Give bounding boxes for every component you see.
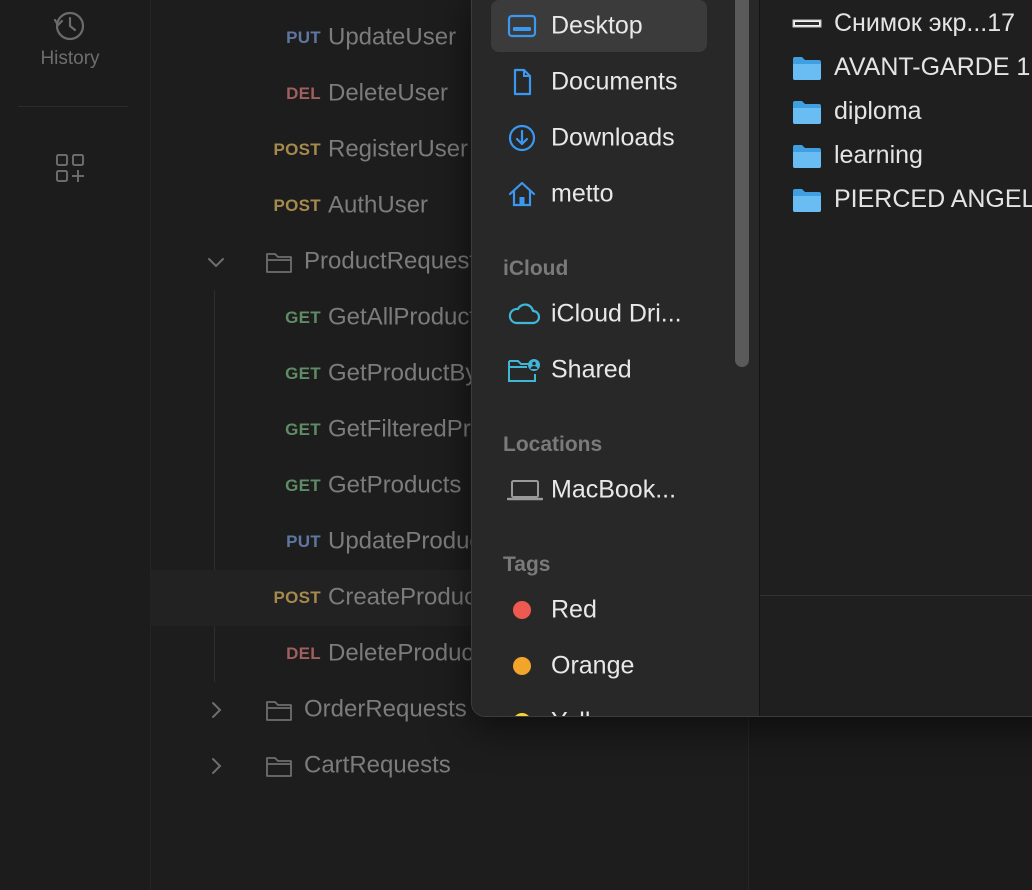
sidebar-item-label: Red: [551, 595, 597, 624]
sidebar-header-locations: Locations: [503, 433, 603, 456]
picker-sidebar: Desktop Documents Downloads metto iCloud…: [472, 0, 759, 716]
sidebar-item-label: Documents: [551, 67, 678, 96]
file-name: AVANT-GARDE 1: [834, 52, 1031, 81]
tag-dot-icon: [513, 601, 531, 619]
request-name: DeleteUser: [328, 79, 449, 107]
sidebar-item-icloud-drive[interactable]: iCloud Dri...: [491, 288, 707, 340]
chevron-right-icon[interactable]: [205, 755, 227, 777]
file-picker-dialog: Desktop Documents Downloads metto iCloud…: [471, 0, 1032, 717]
desktop-icon: [507, 14, 537, 38]
folder-name: CartRequests: [304, 751, 451, 779]
sidebar-item-label: MacBook...: [551, 475, 677, 504]
method-badge: PUT: [286, 28, 321, 47]
request-name: DeleteProduct: [328, 639, 481, 667]
sidebar-item-label: metto: [551, 179, 614, 208]
history-button[interactable]: History: [0, 8, 140, 70]
document-icon: [513, 68, 532, 96]
activity-rail: History: [0, 0, 151, 890]
method-badge: GET: [285, 420, 321, 439]
add-widget-icon: [56, 154, 84, 182]
sidebar-scrollbar[interactable]: [735, 0, 749, 367]
folder-icon: [266, 253, 292, 273]
sidebar-header-icloud: iCloud: [503, 257, 569, 280]
sidebar-item-label: Shared: [551, 355, 632, 384]
request-name: AuthUser: [328, 191, 429, 219]
sidebar-item-macbook[interactable]: MacBook...: [491, 464, 707, 516]
rail-divider: [18, 106, 128, 107]
request-name: CreateProduct: [328, 583, 483, 611]
folder-icon: [266, 701, 292, 721]
picker-file-list: Снимок экр...17 AVANT-GARDE 1 diploma le…: [759, 0, 1032, 716]
sidebar-item-shared[interactable]: Shared: [491, 344, 707, 396]
sidebar-item-label: Downloads: [551, 123, 675, 152]
screenshot-file-icon: [792, 19, 822, 28]
file-name: diploma: [834, 96, 922, 125]
method-badge: DEL: [286, 84, 321, 103]
request-name: GetProducts: [328, 471, 462, 499]
chevron-right-icon[interactable]: [205, 699, 227, 721]
method-badge: POST: [273, 196, 321, 215]
history-icon: [53, 11, 85, 41]
file-name: learning: [834, 140, 923, 169]
method-badge: DEL: [286, 644, 321, 663]
sidebar-item-tag-orange[interactable]: Orange: [491, 640, 707, 692]
folder-name: ProductRequests: [304, 247, 489, 275]
shared-folder-icon: [508, 359, 540, 382]
method-badge: PUT: [286, 532, 321, 551]
folder-icon: [793, 189, 821, 212]
history-label: History: [40, 48, 100, 69]
request-name: RegisterUser: [328, 135, 469, 163]
sidebar-item-home[interactable]: metto: [491, 168, 707, 220]
sidebar-item-desktop[interactable]: Desktop: [491, 0, 707, 52]
sidebar-item-label: Orange: [551, 651, 635, 680]
sidebar-item-tag-yellow[interactable]: Yellow: [491, 696, 707, 717]
laptop-icon: [507, 480, 543, 501]
method-badge: GET: [285, 308, 321, 327]
tag-dot-icon: [513, 657, 531, 675]
method-badge: POST: [273, 140, 321, 159]
home-icon: [508, 181, 536, 207]
cloud-icon: [508, 303, 541, 325]
file-name: Снимок экр...17: [834, 8, 1016, 37]
tag-dot-icon: [513, 713, 531, 716]
chevron-down-icon[interactable]: [205, 251, 227, 273]
sidebar-item-documents[interactable]: Documents: [491, 56, 707, 108]
sidebar-item-tag-red[interactable]: Red: [491, 584, 707, 636]
folder-icon: [793, 57, 821, 80]
method-badge: GET: [285, 364, 321, 383]
sidebar-item-label: iCloud Dri...: [551, 299, 682, 328]
sidebar-item-downloads[interactable]: Downloads: [491, 112, 707, 164]
request-name: UpdateUser: [328, 23, 457, 51]
content-divider: [760, 595, 1032, 596]
request-name: UpdateProduct: [328, 527, 489, 555]
sidebar-item-label: Yellow: [551, 708, 622, 717]
method-badge: GET: [285, 476, 321, 495]
folder-name: OrderRequests: [304, 695, 467, 723]
download-icon: [508, 124, 536, 152]
sidebar-header-tags: Tags: [503, 553, 551, 576]
method-badge: POST: [273, 588, 321, 607]
folder-icon: [793, 101, 821, 124]
sidebar-item-label: Desktop: [551, 11, 643, 40]
folder-icon: [793, 145, 821, 168]
request-name: GetAllProducts: [328, 303, 489, 331]
add-widget-button[interactable]: [54, 152, 86, 189]
file-name: PIERCED ANGEL: [834, 184, 1032, 213]
folder-icon: [266, 757, 292, 777]
folder-row-cart-requests[interactable]: CartRequests: [151, 738, 748, 794]
